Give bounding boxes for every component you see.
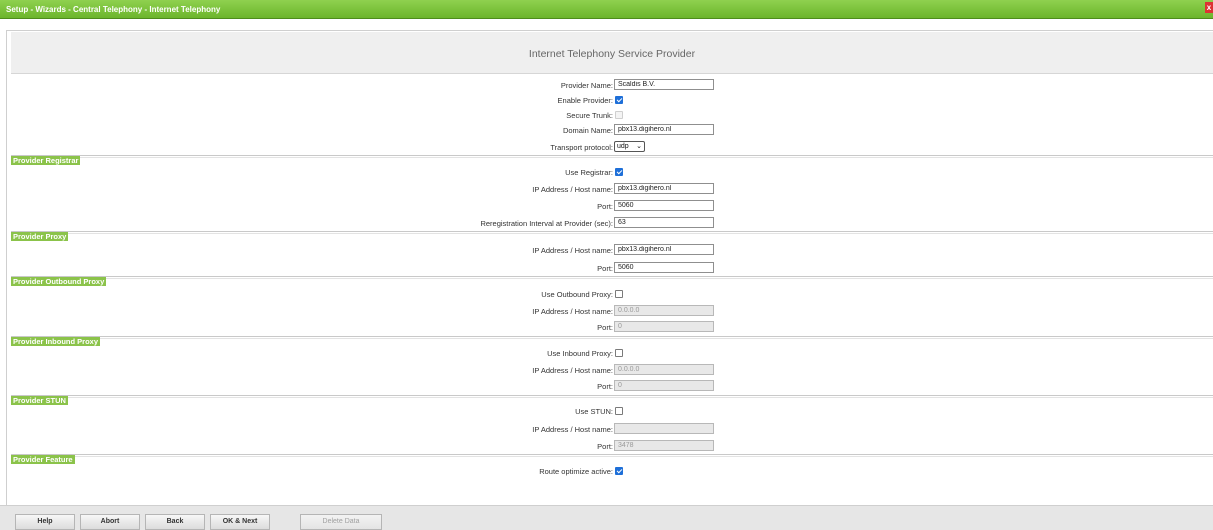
registrar-host-label: IP Address / Host name: — [532, 185, 613, 194]
stun-divider — [11, 395, 1213, 398]
provider-name-input[interactable] — [614, 79, 714, 90]
reregistration-interval-input[interactable] — [614, 217, 714, 228]
secure-trunk-label: Secure Trunk: — [566, 111, 613, 120]
outbound-proxy-divider — [11, 276, 1213, 279]
registrar-port-input[interactable] — [614, 200, 714, 211]
stun-host-label: IP Address / Host name: — [532, 425, 613, 434]
use-registrar-label: Use Registrar: — [565, 168, 613, 177]
stun-port-input[interactable] — [614, 440, 714, 451]
domain-name-input[interactable] — [614, 124, 714, 135]
chevron-down-icon: ⌄ — [636, 143, 642, 150]
inbound-proxy-divider — [11, 336, 1213, 339]
back-button[interactable]: Back — [145, 514, 205, 530]
route-optimize-label: Route optimize active: — [539, 467, 613, 476]
section-provider-feature: Provider Feature — [11, 455, 75, 464]
delete-data-button[interactable]: Delete Data — [300, 514, 382, 530]
outbound-proxy-host-label: IP Address / Host name: — [532, 307, 613, 316]
stun-host-input[interactable] — [614, 423, 714, 434]
close-icon[interactable]: x — [1205, 2, 1213, 13]
use-registrar-checkbox[interactable] — [615, 168, 623, 176]
title-bar: Setup - Wizards - Central Telephony - In… — [0, 0, 1213, 19]
feature-divider — [11, 454, 1213, 457]
proxy-divider — [11, 231, 1213, 234]
use-inbound-proxy-label: Use Inbound Proxy: — [547, 349, 613, 358]
use-stun-label: Use STUN: — [575, 407, 613, 416]
transport-protocol-select[interactable]: udp ⌄ — [614, 141, 645, 152]
page-title: Internet Telephony Service Provider — [528, 48, 696, 60]
provider-name-label: Provider Name: — [560, 81, 613, 90]
section-provider-inbound-proxy: Provider Inbound Proxy — [11, 337, 101, 346]
inbound-proxy-host-label: IP Address / Host name: — [532, 366, 613, 375]
registrar-port-label: Port: — [597, 202, 613, 211]
outbound-proxy-port-input[interactable] — [614, 321, 714, 332]
secure-trunk-checkbox[interactable] — [615, 111, 623, 119]
proxy-host-input[interactable] — [614, 244, 714, 255]
use-stun-checkbox[interactable] — [615, 407, 623, 415]
use-outbound-proxy-label: Use Outbound Proxy: — [541, 290, 613, 299]
registrar-divider — [11, 155, 1213, 158]
use-outbound-proxy-checkbox[interactable] — [615, 290, 623, 298]
section-provider-proxy: Provider Proxy — [11, 232, 69, 241]
help-button[interactable]: Help — [15, 514, 75, 530]
transport-protocol-label: Transport protocol: — [550, 143, 613, 152]
stun-port-label: Port: — [597, 442, 613, 451]
proxy-port-input[interactable] — [614, 262, 714, 273]
section-provider-outbound-proxy: Provider Outbound Proxy — [11, 277, 107, 286]
inbound-proxy-port-input[interactable] — [614, 380, 714, 391]
proxy-host-label: IP Address / Host name: — [532, 246, 613, 255]
outbound-proxy-host-input[interactable] — [614, 305, 714, 316]
registrar-host-input[interactable] — [614, 183, 714, 194]
section-provider-registrar: Provider Registrar — [11, 156, 81, 165]
domain-name-label: Domain Name: — [562, 126, 613, 135]
section-provider-stun: Provider STUN — [11, 396, 68, 405]
proxy-port-label: Port: — [597, 264, 613, 273]
inbound-proxy-port-label: Port: — [597, 382, 613, 391]
reregistration-interval-label: Reregistration Interval at Provider (sec… — [480, 219, 613, 228]
inbound-proxy-host-input[interactable] — [614, 364, 714, 375]
transport-protocol-value: udp — [617, 143, 629, 150]
route-optimize-checkbox[interactable] — [615, 467, 623, 475]
breadcrumb: Setup - Wizards - Central Telephony - In… — [6, 5, 221, 14]
outbound-proxy-port-label: Port: — [597, 323, 613, 332]
use-inbound-proxy-checkbox[interactable] — [615, 349, 623, 357]
abort-button[interactable]: Abort — [80, 514, 140, 530]
enable-provider-checkbox[interactable] — [615, 96, 623, 104]
enable-provider-label: Enable Provider: — [557, 96, 613, 105]
ok-next-button[interactable]: OK & Next — [210, 514, 270, 530]
